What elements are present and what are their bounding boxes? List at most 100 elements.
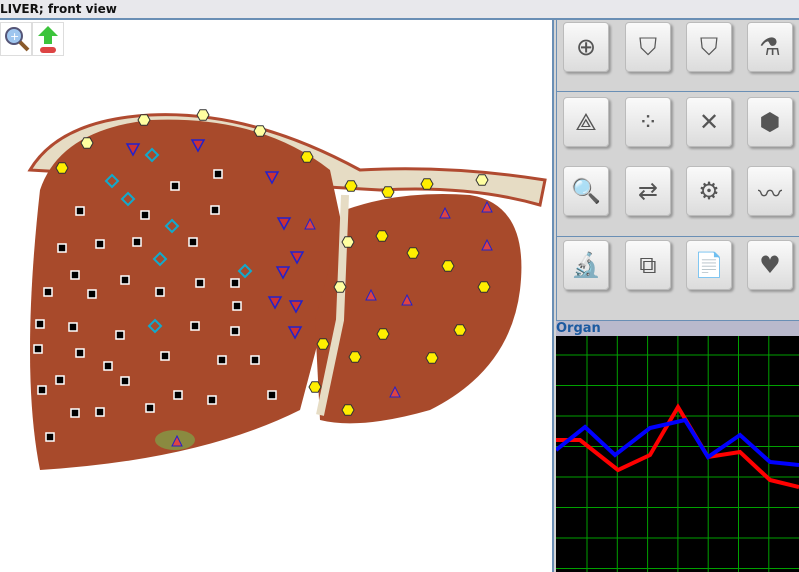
point-square[interactable] bbox=[120, 275, 130, 285]
delete-tool-button[interactable]: ✕ bbox=[686, 97, 732, 147]
point-hexagon[interactable] bbox=[137, 114, 151, 126]
point-square[interactable] bbox=[210, 205, 220, 215]
collapse-tool-button[interactable]: ⛉ bbox=[686, 22, 732, 72]
spectrum-tool-button[interactable]: 〰 bbox=[747, 166, 793, 216]
hexagons-tool-icon: ⬢ bbox=[759, 108, 781, 136]
point-square[interactable] bbox=[33, 344, 43, 354]
hexagons-tool-button[interactable]: ⬢ bbox=[747, 97, 793, 147]
point-square[interactable] bbox=[230, 278, 240, 288]
point-square[interactable] bbox=[132, 237, 142, 247]
divider bbox=[557, 236, 799, 237]
point-square[interactable] bbox=[70, 270, 80, 280]
point-square[interactable] bbox=[57, 243, 67, 253]
point-hexagon[interactable] bbox=[300, 151, 314, 163]
liver-illustration bbox=[27, 109, 547, 470]
point-hexagon[interactable] bbox=[316, 338, 330, 350]
delete-tool-icon: ✕ bbox=[698, 108, 720, 136]
point-hexagon[interactable] bbox=[381, 186, 395, 198]
point-hexagon[interactable] bbox=[477, 281, 491, 293]
point-hexagon[interactable] bbox=[441, 260, 455, 272]
collapse-tool-icon: ⛉ bbox=[700, 33, 718, 61]
point-square[interactable] bbox=[250, 355, 260, 365]
point-square[interactable] bbox=[70, 408, 80, 418]
point-hexagon[interactable] bbox=[425, 352, 439, 364]
point-hexagon[interactable] bbox=[453, 324, 467, 336]
point-square[interactable] bbox=[37, 385, 47, 395]
point-square[interactable] bbox=[160, 351, 170, 361]
point-square[interactable] bbox=[217, 355, 227, 365]
point-square[interactable] bbox=[45, 432, 55, 442]
point-hexagon[interactable] bbox=[341, 404, 355, 416]
point-square[interactable] bbox=[232, 301, 242, 311]
point-hexagon[interactable] bbox=[406, 247, 420, 259]
point-square[interactable] bbox=[190, 321, 200, 331]
expand-tool-icon: ⛉ bbox=[639, 33, 657, 61]
organ-tool-button[interactable]: ⚗ bbox=[747, 22, 793, 72]
point-square[interactable] bbox=[170, 181, 180, 191]
point-hexagon[interactable] bbox=[80, 137, 94, 149]
point-square[interactable] bbox=[140, 210, 150, 220]
point-square[interactable] bbox=[55, 375, 65, 385]
point-square[interactable] bbox=[95, 239, 105, 249]
microscope-tool-icon: 🔬 bbox=[571, 251, 601, 279]
point-square[interactable] bbox=[75, 206, 85, 216]
point-square[interactable] bbox=[213, 169, 223, 179]
organ-tool-icon: ⚗ bbox=[759, 33, 781, 61]
heart-tool-button[interactable]: ♥ bbox=[747, 240, 793, 290]
point-hexagon[interactable] bbox=[341, 236, 355, 248]
point-square[interactable] bbox=[87, 289, 97, 299]
tool-panel: ⊕ ⛉ ⛉ ⚗ ⟁ ⁘ ✕ ⬢ 🔍 ⇄ ⚙ 〰 🔬 ⧉ 📄 ♥ bbox=[556, 20, 799, 320]
point-square[interactable] bbox=[103, 361, 113, 371]
window-title: LIVER; front view bbox=[0, 0, 799, 20]
point-hexagon[interactable] bbox=[333, 281, 347, 293]
organ-view: + bbox=[0, 20, 554, 572]
expand-tool-button[interactable]: ⛉ bbox=[625, 22, 671, 72]
point-square[interactable] bbox=[267, 390, 277, 400]
point-hexagon[interactable] bbox=[196, 109, 210, 121]
point-square[interactable] bbox=[95, 407, 105, 417]
points-tool-button[interactable]: ⁘ bbox=[625, 97, 671, 147]
point-hexagon[interactable] bbox=[420, 178, 434, 190]
point-square[interactable] bbox=[115, 330, 125, 340]
spectrum-tool-icon: 〰 bbox=[758, 179, 782, 208]
hierarchy-tool-icon: ⚙ bbox=[698, 177, 720, 205]
image-zoom-tool-button[interactable]: ⧉ bbox=[625, 240, 671, 290]
point-square[interactable] bbox=[68, 322, 78, 332]
analyze-graph-tool-button[interactable]: 🔍 bbox=[563, 166, 609, 216]
organ-graph bbox=[556, 336, 799, 572]
point-hexagon[interactable] bbox=[376, 328, 390, 340]
point-hexagon[interactable] bbox=[348, 351, 362, 363]
point-hexagon[interactable] bbox=[375, 230, 389, 242]
point-square[interactable] bbox=[188, 237, 198, 247]
divider bbox=[557, 91, 799, 92]
point-hexagon[interactable] bbox=[344, 180, 358, 192]
compass-tool-icon: ⟁ bbox=[575, 108, 597, 136]
point-square[interactable] bbox=[207, 395, 217, 405]
points-tool-icon: ⁘ bbox=[637, 108, 659, 136]
organ-panel-label: Organ bbox=[556, 320, 799, 336]
documents-tool-button[interactable]: 📄 bbox=[686, 240, 732, 290]
analyze-graph-tool-icon: 🔍 bbox=[571, 177, 601, 205]
crosshair-tool-icon: ⊕ bbox=[575, 33, 597, 61]
point-square[interactable] bbox=[75, 348, 85, 358]
heart-tool-icon: ♥ bbox=[759, 251, 781, 279]
point-hexagon[interactable] bbox=[475, 174, 489, 186]
point-square[interactable] bbox=[43, 287, 53, 297]
compare-reports-tool-button[interactable]: ⇄ bbox=[625, 166, 671, 216]
point-square[interactable] bbox=[145, 403, 155, 413]
point-square[interactable] bbox=[230, 326, 240, 336]
point-square[interactable] bbox=[155, 287, 165, 297]
point-hexagon[interactable] bbox=[308, 381, 322, 393]
point-square[interactable] bbox=[35, 319, 45, 329]
point-square[interactable] bbox=[173, 390, 183, 400]
crosshair-tool-button[interactable]: ⊕ bbox=[563, 22, 609, 72]
point-hexagon[interactable] bbox=[253, 125, 267, 137]
image-zoom-tool-icon: ⧉ bbox=[639, 251, 657, 279]
point-square[interactable] bbox=[120, 376, 130, 386]
hierarchy-tool-button[interactable]: ⚙ bbox=[686, 166, 732, 216]
microscope-tool-button[interactable]: 🔬 bbox=[563, 240, 609, 290]
documents-tool-icon: 📄 bbox=[694, 251, 724, 279]
point-hexagon[interactable] bbox=[55, 162, 69, 174]
compass-tool-button[interactable]: ⟁ bbox=[563, 97, 609, 147]
point-square[interactable] bbox=[195, 278, 205, 288]
